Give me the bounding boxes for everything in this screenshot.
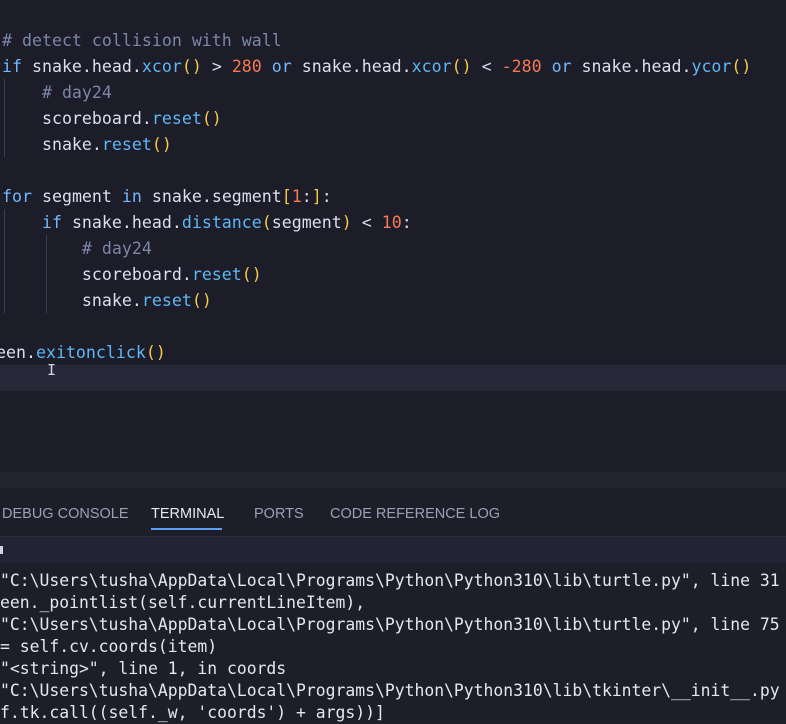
code-token: : [321, 187, 332, 206]
code-token: : [301, 187, 312, 206]
code-token: () [201, 109, 222, 128]
code-line[interactable]: # day24 [2, 80, 112, 106]
terminal-header-strip [0, 537, 786, 563]
terminal-line: = self.cv.coords(item) [0, 637, 218, 656]
code-token: for [2, 187, 32, 206]
code-token: exitonclick [35, 343, 146, 362]
code-token: reset [191, 265, 242, 284]
code-token: reset [151, 109, 202, 128]
active-tab-indicator [151, 528, 222, 530]
code-token: () [151, 135, 172, 154]
current-line-highlight [0, 365, 786, 391]
code-line[interactable]: snake.reset() [2, 288, 212, 314]
tab-code-reference-log[interactable]: CODE REFERENCE LOG [330, 504, 500, 524]
code-token: () [191, 291, 212, 310]
code-token: 280 [231, 57, 262, 76]
code-line[interactable]: # day24 [2, 236, 152, 262]
code-token: : [401, 213, 412, 232]
terminal-line: een._pointlist(self.currentLineItem), [0, 593, 366, 612]
terminal-line: "C:\Users\tusha\AppData\Local\Programs\P… [0, 571, 780, 590]
terminal-line: f.tk.call((self._w, 'coords') + args))] [0, 703, 385, 722]
code-token: in [121, 187, 142, 206]
terminal-line: "<string>", line 1, in coords [0, 659, 287, 678]
code-token: > [201, 57, 232, 76]
code-token: if [2, 57, 22, 76]
code-token: # detect collision with wall [2, 31, 282, 50]
code-token: reset [141, 291, 192, 310]
code-token: xcor [141, 57, 182, 76]
code-token: snake.head. [571, 57, 692, 76]
code-token: een. [0, 343, 36, 362]
code-token: [ [281, 187, 292, 206]
code-token: () [145, 343, 166, 362]
code-token: scoreboard. [2, 109, 152, 128]
code-token: or [541, 57, 572, 76]
code-token: -280 [501, 57, 542, 76]
tab-terminal[interactable]: TERMINAL [151, 504, 224, 524]
panel-tab-bar: DEBUG CONSOLE TERMINAL PORTS CODE REFERE… [0, 488, 786, 536]
code-token: snake.head. [61, 213, 182, 232]
text-cursor-icon: I [47, 361, 57, 379]
code-token: snake.head. [21, 57, 142, 76]
code-line[interactable]: scoreboard.reset() [2, 262, 262, 288]
code-token: segment [31, 187, 122, 206]
code-token: () [451, 57, 472, 76]
code-line[interactable]: snake.reset() [2, 132, 172, 158]
code-token: () [731, 57, 752, 76]
code-token: snake. [2, 291, 142, 310]
code-token: < [471, 57, 502, 76]
code-token: segment [271, 213, 342, 232]
code-token: xcor [411, 57, 452, 76]
bottom-panel: DEBUG CONSOLE TERMINAL PORTS CODE REFERE… [0, 488, 786, 722]
code-line[interactable]: scoreboard.reset() [2, 106, 222, 132]
code-token: reset [101, 135, 152, 154]
panel-splitter[interactable] [0, 472, 786, 488]
code-token: ] [311, 187, 322, 206]
code-token: snake.segment [141, 187, 282, 206]
code-token: # day24 [2, 83, 112, 102]
code-token: ycor [691, 57, 732, 76]
code-token: if [2, 213, 62, 232]
code-token: scoreboard. [2, 265, 192, 284]
code-editor[interactable]: # detect collision with wall if snake.hea… [0, 0, 786, 472]
code-token: 1 [291, 187, 302, 206]
code-line[interactable]: for segment in snake.segment[1:]: [2, 184, 332, 210]
terminal-line: "C:\Users\tusha\AppData\Local\Programs\P… [0, 615, 780, 634]
code-token: distance [181, 213, 262, 232]
code-line[interactable]: if snake.head.distance(segment) < 10: [2, 210, 412, 236]
code-token: < [351, 213, 382, 232]
code-token: ( [261, 213, 272, 232]
code-token: snake.head. [291, 57, 412, 76]
code-token: snake. [2, 135, 102, 154]
code-token: 10 [381, 213, 402, 232]
tab-debug-console[interactable]: DEBUG CONSOLE [2, 504, 129, 524]
terminal-marker [0, 546, 3, 554]
terminal-line: "C:\Users\tusha\AppData\Local\Programs\P… [0, 681, 780, 700]
code-line[interactable]: if snake.head.xcor() > 280 or snake.head… [2, 54, 751, 80]
code-token: # day24 [2, 239, 152, 258]
tab-ports[interactable]: PORTS [254, 504, 304, 524]
code-line[interactable]: een.exitonclick() [0, 340, 166, 366]
code-token: () [241, 265, 262, 284]
code-line[interactable]: # detect collision with wall [2, 28, 282, 54]
code-token: () [181, 57, 202, 76]
code-token: ) [341, 213, 352, 232]
code-token: or [261, 57, 292, 76]
